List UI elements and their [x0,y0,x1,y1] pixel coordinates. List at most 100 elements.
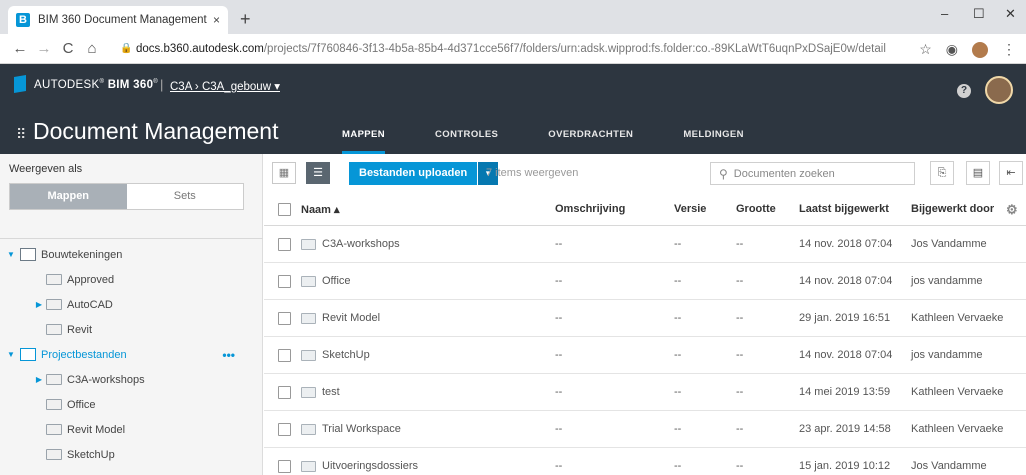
tree-item-approved[interactable]: Approved [0,267,263,292]
table-row[interactable]: SketchUp -- -- -- 14 nov. 2018 07:04 jos vand… [264,337,1026,374]
select-all-checkbox[interactable] [278,203,291,216]
tree-item-label: Bouwtekeningen [41,248,123,261]
table-row[interactable]: Uitvoeringsdossiers -- -- -- 15 jan. 2019 10… [264,448,1026,475]
report-icon[interactable]: ▤ [966,161,990,185]
cell-version: -- [674,460,682,472]
folder-icon [46,374,62,385]
folder-icon [46,449,62,460]
cell-size: -- [736,312,744,324]
cell-description: -- [555,312,563,324]
cell-version: -- [674,312,682,324]
tree-item-office[interactable]: Office [0,392,263,417]
tree-item-label: Revit Model [67,423,126,436]
row-checkbox[interactable] [278,238,291,251]
cell-name[interactable]: Trial Workspace [322,423,401,435]
row-checkbox[interactable] [278,275,291,288]
cell-name[interactable]: test [322,386,340,398]
expanded-caret-icon[interactable]: ▼ [6,250,16,259]
cell-name[interactable]: C3A-workshops [322,238,400,250]
minimize-icon[interactable]: – [941,6,948,21]
row-checkbox[interactable] [278,423,291,436]
column-description[interactable]: Omschrijving [555,203,625,215]
collapsed-caret-icon[interactable]: ▶ [34,300,44,309]
cell-version: -- [674,349,682,361]
column-version[interactable]: Versie [674,203,706,215]
tree-item-projectbestanden[interactable]: ▼ Projectbestanden ••• [0,342,263,367]
column-updated-by[interactable]: Bijgewerkt door [911,203,994,215]
upload-button-group: Bestanden uploaden ▼ [349,162,499,185]
search-input[interactable]: ⚲ Documenten zoeken [710,162,915,185]
main-content: ▦ ☰ Bestanden uploaden ▼ 7 items weergev… [264,154,1026,475]
more-options-icon[interactable]: ••• [222,348,235,362]
list-view-icon[interactable]: ☰ [306,162,330,184]
row-checkbox[interactable] [278,460,291,473]
sets-toggle-button[interactable]: Sets [126,184,243,209]
tab-controles[interactable]: CONTROLES [435,114,498,154]
app-grid-icon[interactable]: ⠿ [16,126,26,143]
tree-item-bouwtekeningen[interactable]: ▼ Bouwtekeningen [0,242,263,267]
close-window-icon[interactable]: ✕ [1005,6,1016,22]
upload-files-button[interactable]: Bestanden uploaden [349,162,478,185]
home-icon[interactable]: ⌂ [80,40,104,57]
tab-meldingen[interactable]: MELDINGEN [683,114,744,154]
forward-arrow-icon[interactable]: → [32,40,56,57]
tree-item-label: Office [67,398,96,411]
cell-name[interactable]: Office [322,275,351,287]
cell-version: -- [674,423,682,435]
grid-view-icon[interactable]: ▦ [272,162,296,184]
tab-title: BIM 360 Document Management [38,14,207,26]
expanded-caret-icon[interactable]: ▼ [6,350,16,359]
cell-updated-by: Kathleen Vervaeke [911,423,1004,435]
tree-item-revit[interactable]: Revit [0,317,263,342]
user-avatar[interactable] [985,76,1013,104]
cell-description: -- [555,275,563,287]
reload-icon[interactable]: C [56,40,80,57]
tree-item-label: Approved [67,273,115,286]
browser-tab[interactable]: B BIM 360 Document Management × [8,6,228,34]
back-arrow-icon[interactable]: ← [8,40,32,57]
cell-name[interactable]: Uitvoeringsdossiers [322,460,418,472]
row-checkbox[interactable] [278,349,291,362]
row-checkbox[interactable] [278,386,291,399]
table-row[interactable]: test -- -- -- 14 mei 2019 13:59 Kathleen Verv… [264,374,1026,411]
cell-name[interactable]: SketchUp [322,349,370,361]
column-settings-gear-icon[interactable]: ⚙ [1006,202,1018,218]
cell-name[interactable]: Revit Model [322,312,380,324]
close-tab-icon[interactable]: × [213,13,220,27]
url-path: /projects/7f760846-3f13-4b5a-85b4-4d371c… [263,42,886,55]
view-as-label: Weergeven als [9,163,83,175]
table-row[interactable]: Revit Model -- -- -- 29 jan. 2019 16:51 Kathl… [264,300,1026,337]
tree-item-revit-model[interactable]: Revit Model [0,417,263,442]
extension-icon[interactable]: ◉ [946,41,958,58]
export-icon[interactable]: ⎘ [930,161,954,185]
row-checkbox[interactable] [278,312,291,325]
column-size[interactable]: Grootte [736,203,776,215]
column-name[interactable]: Naam ▴ [301,203,340,216]
maximize-icon[interactable]: ☐ [973,6,985,22]
new-tab-button[interactable]: + [240,9,251,30]
tree-item-sketchup[interactable]: SketchUp [0,442,263,467]
side-panel-icon[interactable]: ⇤ [999,161,1023,185]
project-breadcrumb[interactable]: C3A › C3A_gebouw ▾ [170,79,280,93]
table-row[interactable]: C3A-workshops -- -- -- 14 nov. 2018 07:04 Jos… [264,226,1026,263]
folder-icon [301,387,316,398]
table-row[interactable]: Office -- -- -- 14 nov. 2018 07:04 jos vandam… [264,263,1026,300]
collapsed-caret-icon[interactable]: ▶ [34,375,44,384]
url-field[interactable]: 🔒 docs.b360.autodesk.com /projects/7f760… [120,43,960,55]
tab-mappen[interactable]: MAPPEN [342,114,386,154]
table-row[interactable]: Trial Workspace -- -- -- 23 apr. 2019 14:58 K… [264,411,1026,448]
tree-item-c3a-workshops[interactable]: ▶ C3A-workshops [0,367,263,392]
cell-description: -- [555,349,563,361]
tree-item-autocad[interactable]: ▶ AutoCAD [0,292,263,317]
cell-updated: 14 nov. 2018 07:04 [799,238,893,250]
cell-version: -- [674,386,682,398]
bookmark-star-icon[interactable]: ☆ [919,41,932,58]
help-icon[interactable]: ? [957,84,971,98]
profile-avatar[interactable] [972,41,988,58]
cell-updated-by: Kathleen Vervaeke [911,386,1004,398]
tab-overdrachten[interactable]: OVERDRACHTEN [548,114,633,154]
tree-item-label: Revit [67,323,93,336]
menu-kebab-icon[interactable]: ⋮ [1002,41,1016,58]
column-updated[interactable]: Laatst bijgewerkt [799,203,889,215]
folders-toggle-button[interactable]: Mappen [10,184,127,209]
